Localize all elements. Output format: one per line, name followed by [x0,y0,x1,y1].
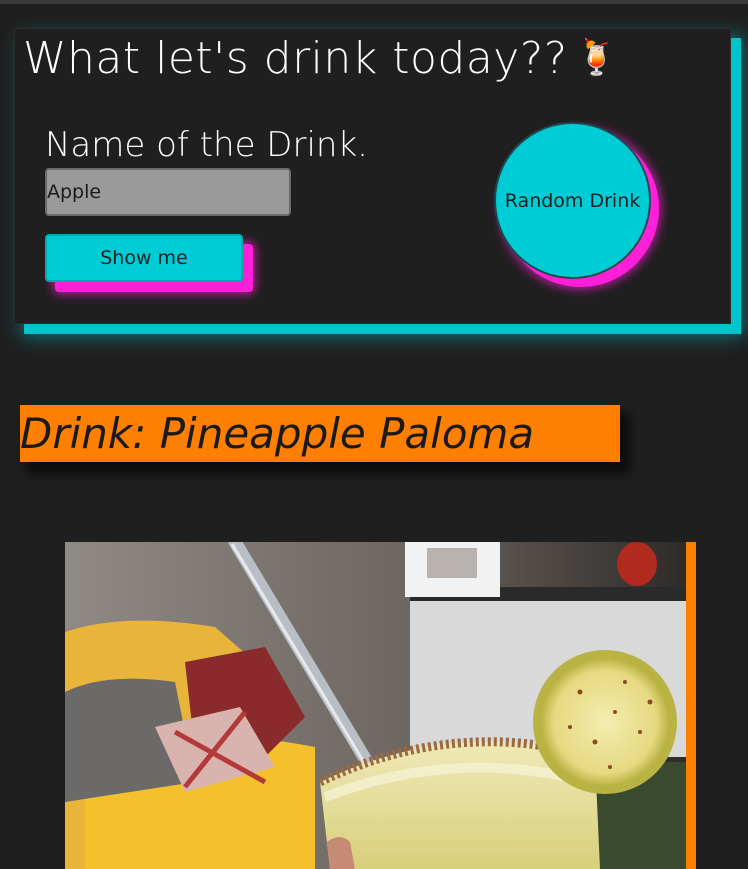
show-me-button[interactable]: Show me [45,234,243,282]
drink-name-label: Name of the Drink. [45,125,368,165]
drink-photo-illustration [65,542,686,869]
browser-top-edge [0,0,748,4]
drink-name-input[interactable] [45,168,291,216]
tropical-drink-icon: 🍹 [575,38,619,78]
search-panel: What let's drink today?? 🍹 Name of the Dr… [14,28,731,324]
drink-title: Drink: Pineapple Paloma [20,405,620,462]
drink-image-frame [65,542,686,869]
random-drink-button[interactable]: Random Drink [494,122,651,279]
page-title: What let's drink today?? 🍹 [23,33,618,84]
page-title-text: What let's drink today?? [23,33,568,84]
drink-image [65,542,686,869]
